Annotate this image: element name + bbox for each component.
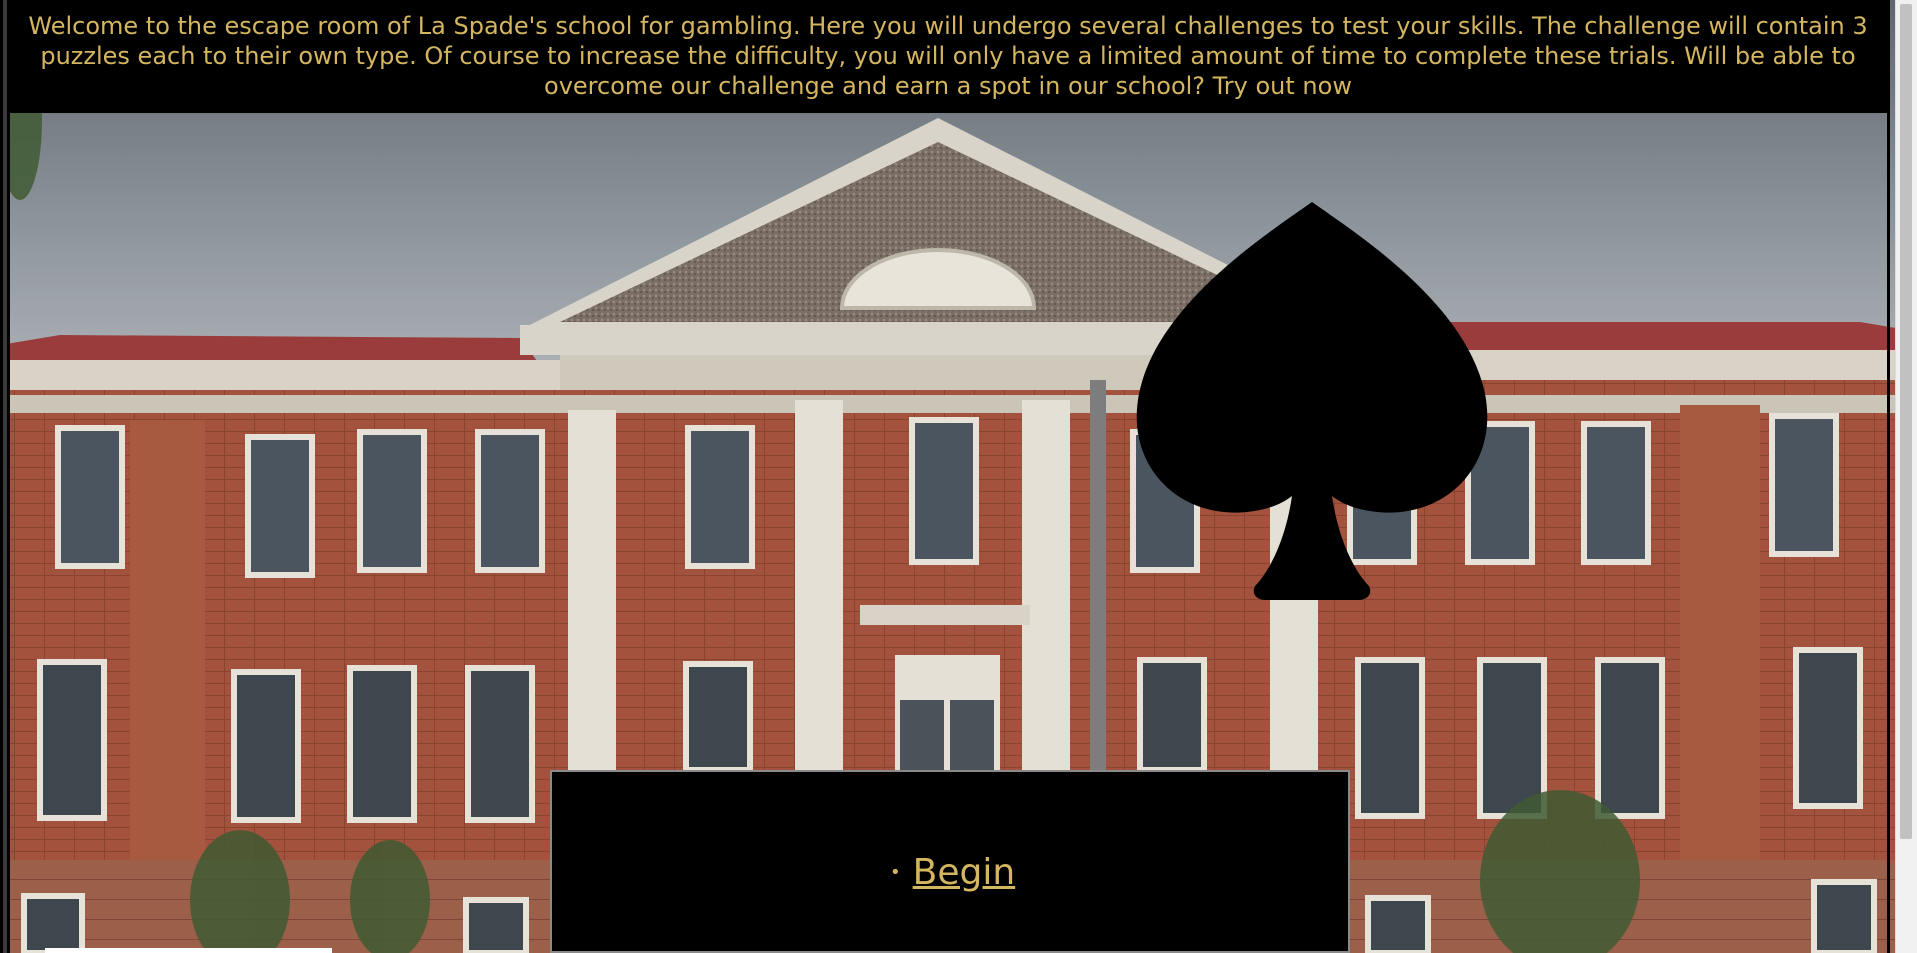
vertical-scrollbar[interactable] [1895, 0, 1917, 953]
page-border-right [1887, 0, 1890, 953]
page-border-left [7, 0, 10, 953]
begin-panel: • Begin [550, 770, 1350, 953]
spade-icon [1136, 202, 1488, 600]
scrollbar-thumb[interactable] [1900, 4, 1912, 839]
intro-banner: Welcome to the escape room of La Spade's… [8, 0, 1888, 113]
bottom-strip [45, 948, 332, 953]
page: Welcome to the escape room of La Spade's… [0, 0, 1917, 953]
menu-list-item: • Begin [890, 852, 1015, 893]
begin-link[interactable]: Begin [913, 852, 1016, 893]
bullet: • [890, 862, 901, 883]
intro-text: Welcome to the escape room of La Spade's… [28, 12, 1868, 100]
